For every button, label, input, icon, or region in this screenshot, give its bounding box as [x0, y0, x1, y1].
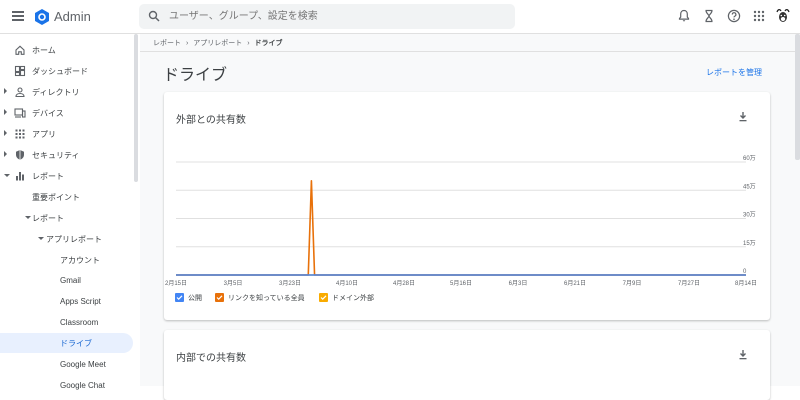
hourglass-icon[interactable] [702, 9, 716, 23]
search-icon[interactable] [148, 10, 160, 22]
internal-sharing-card: 内部での共有数 [164, 330, 770, 400]
sidebar-item-dashboard[interactable]: ダッシュボード [0, 61, 133, 81]
admin-logo-icon[interactable] [34, 9, 50, 25]
sidebar-nav: ホーム ダッシュボード ディレクトリ デバイス アプリ セキュリティ レポート … [0, 34, 140, 390]
apps-grid-icon [15, 129, 25, 139]
checkbox-checked-icon [319, 293, 328, 302]
x-tick-label: 7月27日 [678, 280, 700, 287]
sidebar-item-devices[interactable]: デバイス [0, 103, 133, 123]
page-title: ドライブ [163, 67, 228, 84]
manage-reports-link[interactable]: レポートを管理 [706, 67, 762, 78]
avatar[interactable] [774, 7, 792, 25]
sidebar-item-app-reports[interactable]: アプリレポート [0, 229, 133, 249]
breadcrumb-divider [140, 51, 795, 52]
download-icon[interactable] [738, 111, 748, 122]
search-input[interactable] [169, 8, 499, 25]
sidebar-item-apps[interactable]: アプリ [0, 124, 133, 144]
sidebar-item-google-chat[interactable]: Google Chat [0, 376, 133, 396]
sidebar-item-home[interactable]: ホーム [0, 40, 133, 60]
sidebar-item-reports[interactable]: レポート [0, 166, 133, 186]
x-tick-label: 5月16日 [450, 280, 472, 287]
x-tick-label: 4月28日 [393, 280, 415, 287]
x-tick-label: 6月21日 [564, 280, 586, 287]
breadcrumb: レポート › アプリレポート › ドライブ [153, 38, 283, 48]
sidebar-item-google-meet[interactable]: Google Meet [0, 355, 133, 375]
sidebar-scrollbar[interactable] [134, 34, 138, 182]
checkbox-checked-icon [215, 293, 224, 302]
download-icon[interactable] [738, 349, 748, 360]
y-tick-label: 0 [743, 269, 747, 275]
x-tick-label: 3月23日 [279, 280, 301, 287]
apps-grid-icon[interactable] [752, 9, 766, 23]
person-icon [15, 87, 25, 98]
breadcrumb-item-app-reports[interactable]: アプリレポート [193, 40, 242, 47]
sidebar-item-highlights[interactable]: 重要ポイント [0, 187, 133, 207]
main-content: レポート › アプリレポート › ドライブ ドライブ レポートを管理 外部との共… [140, 34, 800, 400]
card-title: 内部での共有数 [176, 353, 246, 364]
sharing-line-chart: 0 15万 30万 45万 60万 2月15日 3月5日 3月23日 4月10日 4月28日 5月1… [165, 155, 757, 287]
dashboard-icon [14, 65, 26, 77]
breadcrumb-item-reports[interactable]: レポート [153, 40, 181, 47]
external-sharing-card: 外部との共有数 0 15万 30万 45万 60万 2月15日 3月5日 3月23日 4月10日… [164, 92, 770, 320]
x-tick-label: 4月10日 [336, 280, 358, 287]
x-tick-label: 6月3日 [509, 280, 528, 287]
notifications-icon[interactable] [677, 9, 691, 23]
collapse-arrow-icon[interactable] [38, 237, 44, 240]
series-line-1 [176, 180, 746, 276]
shield-icon [16, 150, 24, 160]
sidebar-item-classroom[interactable]: Classroom [0, 313, 133, 333]
sidebar-item-directory[interactable]: ディレクトリ [0, 82, 133, 102]
top-app-bar: Admin [0, 0, 800, 34]
x-tick-label: 7月9日 [623, 280, 642, 287]
expand-arrow-icon[interactable] [4, 88, 7, 94]
checkbox-checked-icon [175, 293, 184, 302]
devices-icon [14, 108, 26, 118]
expand-arrow-icon[interactable] [4, 151, 7, 157]
breadcrumb-separator: › [247, 40, 250, 47]
sidebar-item-apps-script[interactable]: Apps Script [0, 292, 133, 312]
card-title: 外部との共有数 [176, 115, 246, 126]
collapse-arrow-icon[interactable] [25, 216, 31, 219]
x-tick-label: 2月15日 [165, 280, 187, 287]
expand-arrow-icon[interactable] [4, 109, 7, 115]
y-tick-label: 60万 [743, 155, 756, 162]
x-tick-label: 8月14日 [735, 280, 757, 287]
sidebar-item-account[interactable]: アカウント [0, 250, 133, 270]
sidebar-item-gmail[interactable]: Gmail [0, 271, 133, 291]
main-scrollbar[interactable] [795, 34, 800, 160]
sidebar-item-reports-sub[interactable]: レポート [0, 208, 133, 228]
bar-chart-icon [16, 172, 24, 181]
y-tick-label: 30万 [743, 212, 756, 219]
expand-arrow-icon[interactable] [4, 130, 7, 136]
help-icon[interactable] [727, 9, 741, 23]
menu-icon[interactable] [12, 11, 24, 21]
app-title[interactable]: Admin [54, 9, 91, 24]
breadcrumb-separator: › [185, 40, 189, 47]
x-tick-label: 3月5日 [224, 280, 243, 287]
sidebar-item-drive[interactable]: ドライブ [0, 333, 133, 353]
y-tick-label: 15万 [743, 240, 756, 247]
home-icon [15, 45, 25, 55]
y-tick-label: 45万 [743, 183, 756, 190]
search-bar[interactable] [139, 4, 515, 29]
collapse-arrow-icon[interactable] [4, 174, 10, 177]
sidebar-item-security[interactable]: セキュリティ [0, 145, 133, 165]
breadcrumb-current: ドライブ [254, 40, 283, 47]
